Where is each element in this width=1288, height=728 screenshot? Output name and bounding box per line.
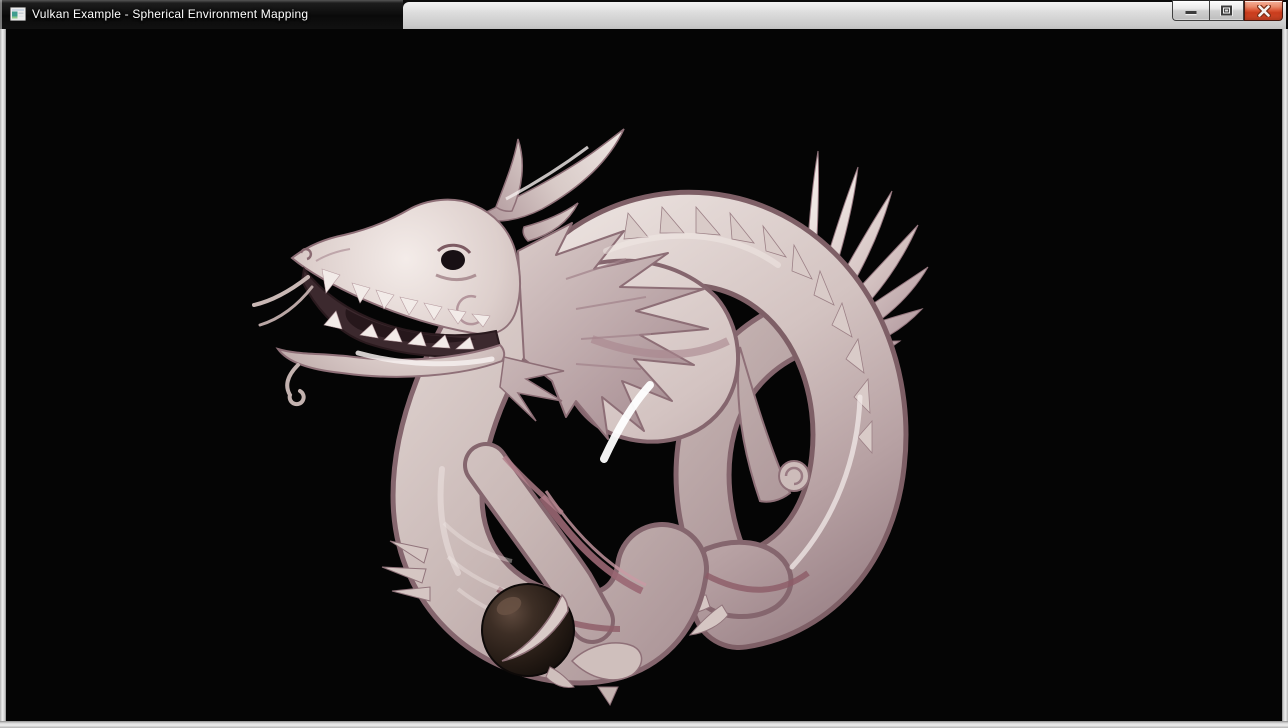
eye bbox=[441, 250, 465, 270]
app-icon-graphic bbox=[10, 6, 26, 22]
window-border-right[interactable] bbox=[1282, 29, 1288, 721]
window-border-bottom[interactable] bbox=[0, 721, 1288, 728]
application-window-icon[interactable] bbox=[10, 6, 26, 22]
minimize-icon bbox=[1185, 5, 1197, 16]
close-button[interactable] bbox=[1244, 0, 1283, 21]
minimize-button[interactable] bbox=[1172, 0, 1209, 21]
titlebar-light-region bbox=[403, 2, 1286, 29]
titlebar[interactable]: Vulkan Example - Spherical Environment M… bbox=[0, 0, 1288, 29]
dragon-render bbox=[6, 29, 1282, 721]
caption-buttons bbox=[1172, 0, 1283, 21]
body-curl bbox=[779, 461, 809, 491]
maximize-button[interactable] bbox=[1209, 0, 1244, 21]
left-foot-claws bbox=[382, 541, 430, 601]
chin-barbel bbox=[287, 365, 303, 404]
window-title: Vulkan Example - Spherical Environment M… bbox=[32, 0, 308, 29]
app-window: Vulkan Example - Spherical Environment M… bbox=[0, 0, 1288, 728]
maximize-icon bbox=[1220, 5, 1233, 16]
render-viewport[interactable] bbox=[6, 29, 1282, 721]
close-icon bbox=[1257, 5, 1271, 17]
